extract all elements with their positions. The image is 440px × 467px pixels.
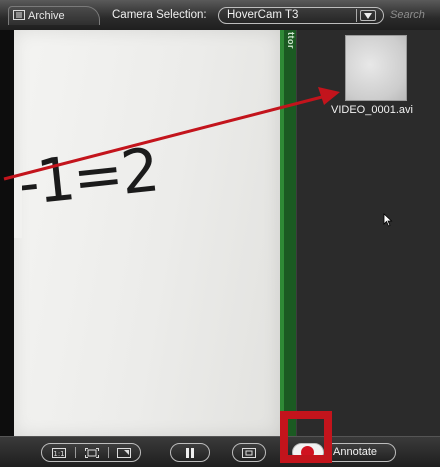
bottom-toolbar: 1:1 Annotate [0, 436, 440, 467]
actual-size-icon: 1:1 [52, 447, 66, 458]
actual-size-button[interactable]: 1:1 [44, 445, 74, 460]
group-divider [75, 447, 76, 458]
crop-view-button[interactable] [109, 445, 139, 460]
view-mode-group: 1:1 [41, 443, 141, 462]
annotate-button[interactable]: Annotate [324, 443, 396, 462]
record-highlight-annotation [280, 411, 332, 463]
fit-view-button[interactable] [77, 445, 107, 460]
crop-view-icon [117, 447, 131, 458]
window-button[interactable] [232, 443, 266, 462]
app-window: Archive Camera Selection: HoverCam T3 Se… [0, 0, 440, 467]
fit-view-icon [85, 447, 99, 458]
svg-text:1:1: 1:1 [53, 450, 64, 458]
red-arrow-annotation [3, 87, 340, 181]
window-icon [242, 447, 256, 458]
pause-button[interactable] [170, 443, 210, 462]
pause-icon [186, 447, 194, 458]
